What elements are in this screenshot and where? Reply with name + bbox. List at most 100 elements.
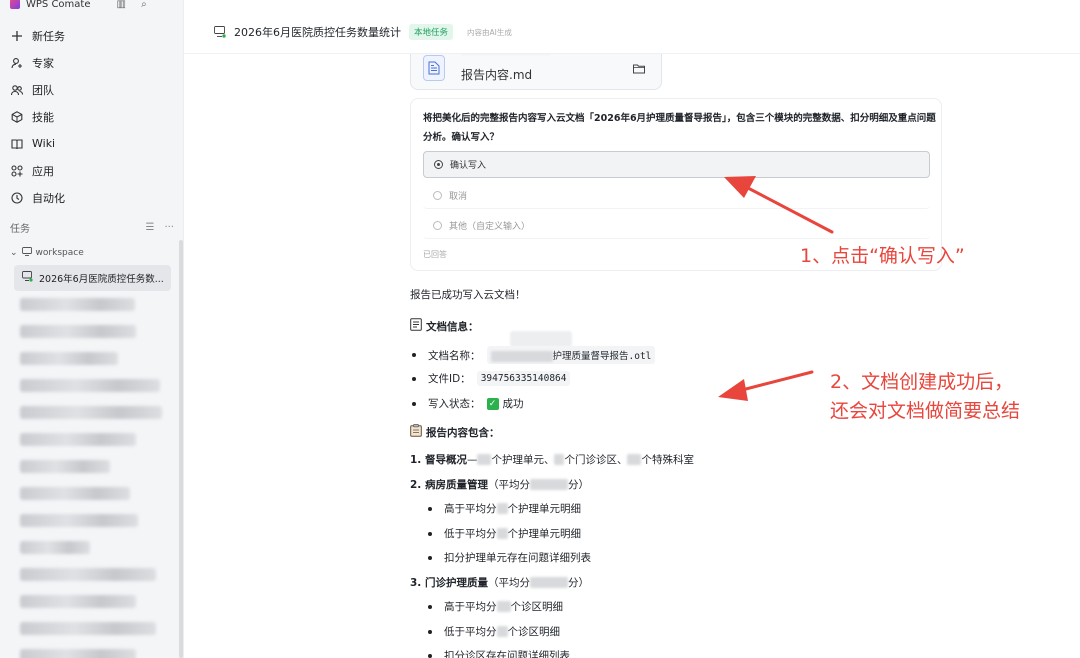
- list-item[interactable]: [20, 458, 170, 474]
- nav-label: 技能: [32, 110, 54, 124]
- sub-text: 高于平均分: [444, 503, 497, 515]
- doc-name-text: 护理质量督导报告.otl: [552, 351, 652, 362]
- list-item[interactable]: [20, 485, 170, 501]
- list-item[interactable]: [20, 539, 170, 555]
- item-2-sub-3: 扣分护理单元存在问题详细列表: [428, 550, 591, 565]
- confirm-question: 将把美化后的完整报告内容写入云文档「2026年6月护理质量督导报告」，包含三个模…: [423, 113, 936, 143]
- nav-team[interactable]: 团队: [0, 76, 183, 103]
- team-icon: [10, 83, 24, 97]
- file-id-label: 文件ID：: [428, 373, 471, 385]
- status-label: 写入状态：: [428, 398, 481, 410]
- sidebar-task-active[interactable]: 2026年6月医院质控任务数...: [14, 265, 171, 291]
- success-text: 报告已成功写入云文档！: [410, 289, 526, 301]
- item-3-title: 3. 门诊护理质量: [410, 577, 488, 589]
- nav-label: 自动化: [32, 191, 65, 205]
- sub-text: 低于平均分: [444, 626, 497, 638]
- sidebar: WPS Comate ▥ ⌕ 新任务 专家 团队 技能 Wiki 应用 自动化 …: [0, 0, 184, 658]
- bullet: [428, 506, 432, 511]
- contains-heading: 报告内容包含：: [410, 424, 500, 440]
- file-card[interactable]: 报告内容.md: [410, 54, 662, 90]
- nav-automation[interactable]: 自动化: [0, 184, 183, 211]
- bullet: [428, 653, 432, 658]
- item-1: 1. 督导概况 — 个护理单元、 个门诊诊区、 个特殊科室: [410, 452, 694, 467]
- doc-name-row: 文档名称： 护理质量督导报告.otl: [412, 346, 656, 364]
- sub-text: 个诊区明细: [510, 601, 564, 613]
- nav-apps[interactable]: 应用: [0, 157, 183, 184]
- contains-title: 报告内容包含：: [426, 426, 500, 439]
- item-3-sub-1: 高于平均分 个诊区明细: [428, 599, 563, 614]
- workspace-folder[interactable]: ⌄ workspace: [10, 247, 84, 259]
- open-folder-icon[interactable]: [633, 63, 645, 77]
- list-item[interactable]: [20, 350, 170, 366]
- item-1-dash: —: [466, 453, 478, 466]
- task-icon: [214, 26, 226, 38]
- sub-text: 低于平均分: [444, 528, 497, 540]
- item-1-text: 个门诊诊区、: [564, 454, 628, 466]
- doc-info-title: 文档信息：: [426, 320, 479, 333]
- monitor-icon: [21, 247, 32, 259]
- bullet: [428, 604, 432, 609]
- tasks-section-header: 任务 ☰ ···: [10, 220, 174, 235]
- sub-text: 个护理单元明细: [507, 503, 582, 515]
- item-2-avg: （平均分: [487, 479, 530, 491]
- file-id-row: 文件ID： 394756335140864: [412, 371, 571, 386]
- sub-text: 扣分护理单元存在问题详细列表: [444, 552, 591, 564]
- chevron-down-icon: ⌄: [10, 248, 18, 258]
- file-name: 报告内容.md: [461, 67, 533, 82]
- item-1-title: 1. 督导概况: [410, 454, 467, 466]
- annotation-2-line-1: 2、文档创建成功后，: [830, 371, 1014, 393]
- ai-generated-note: 内容由AI生成: [467, 27, 512, 37]
- status-row: 写入状态： ✓ 成功: [412, 396, 524, 411]
- list-item[interactable]: [20, 431, 170, 447]
- option-confirm-write[interactable]: 确认写入: [423, 151, 930, 178]
- doc-info-heading: 文档信息：: [410, 318, 479, 334]
- bullet: [412, 401, 416, 406]
- bullet: [428, 555, 432, 560]
- radio-selected-icon: [434, 160, 443, 169]
- sub-text: 个护理单元明细: [507, 528, 582, 540]
- option-custom-input[interactable]: 其他（自定义输入）: [423, 212, 930, 239]
- item-2-sub-2: 低于平均分 个护理单元明细: [428, 526, 581, 541]
- list-item[interactable]: [20, 404, 170, 420]
- option-cancel[interactable]: 取消: [423, 182, 930, 209]
- plus-icon: [10, 29, 24, 43]
- local-task-badge: 本地任务: [409, 24, 454, 40]
- radio-icon: [433, 190, 442, 200]
- wiki-icon: [10, 137, 24, 151]
- more-icon[interactable]: ···: [164, 222, 174, 233]
- item-2-title: 2. 病房质量管理: [410, 479, 488, 491]
- list-item[interactable]: [20, 620, 170, 636]
- sidebar-task-list-blurred: [20, 296, 170, 658]
- checkmark-icon: ✓: [486, 397, 499, 410]
- list-item[interactable]: [20, 377, 170, 393]
- nav-skill[interactable]: 技能: [0, 103, 183, 130]
- nav-expert[interactable]: 专家: [0, 49, 183, 76]
- item-1-text: 个护理单元、: [491, 454, 555, 466]
- sidebar-toggle-icon[interactable]: ▥ ⌕: [117, 0, 153, 10]
- nav-wiki[interactable]: Wiki: [0, 130, 183, 157]
- skill-icon: [10, 110, 24, 124]
- list-item[interactable]: [20, 647, 170, 658]
- list-item[interactable]: [20, 323, 170, 339]
- chat-content: 报告内容.md 将把美化后的完整报告内容写入云文档「2026年6月护理质量督导报…: [184, 54, 1080, 658]
- brand: WPS Comate ▥ ⌕: [10, 0, 153, 12]
- bullet: [412, 376, 416, 381]
- nav-new-task[interactable]: 新任务: [0, 22, 183, 49]
- list-item[interactable]: [20, 593, 170, 609]
- sidebar-scrollbar[interactable]: [179, 240, 183, 658]
- filter-icon[interactable]: ☰: [145, 222, 154, 233]
- apps-icon: [10, 164, 24, 178]
- document-icon: [423, 55, 445, 81]
- sub-text: 个诊区明细: [507, 626, 561, 638]
- annotation-1: 1、点击“确认写入”: [800, 245, 965, 267]
- option-label: 其他（自定义输入）: [449, 221, 531, 232]
- tasks-label: 任务: [10, 224, 30, 235]
- task-header: 2026年6月医院质控任务数量统计 本地任务 内容由AI生成: [184, 0, 1080, 54]
- list-item[interactable]: [20, 566, 170, 582]
- workspace-label: workspace: [35, 248, 84, 258]
- list-item[interactable]: [20, 296, 170, 312]
- list-item[interactable]: [20, 512, 170, 528]
- nav-label: 应用: [32, 164, 54, 178]
- item-3-sub-2: 低于平均分 个诊区明细: [428, 624, 560, 639]
- blurred-overlay: [510, 331, 572, 347]
